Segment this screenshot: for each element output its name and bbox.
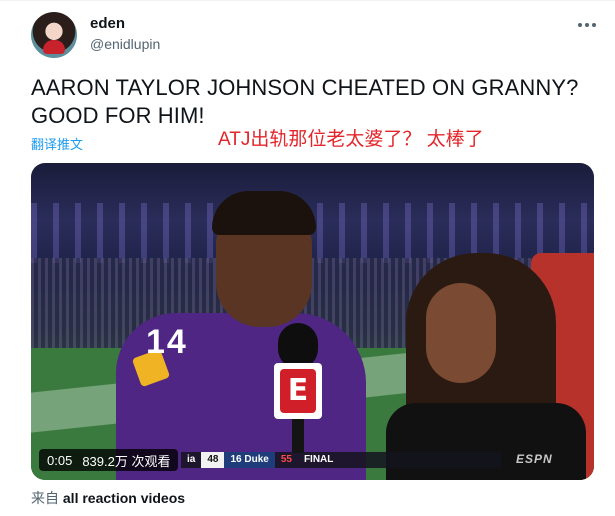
microphone-icon: E <box>274 323 322 453</box>
translate-tweet-link[interactable]: 翻译推文 <box>31 134 83 153</box>
reporter-face <box>426 283 496 383</box>
source-attribution: 来自 all reaction videos <box>31 488 185 508</box>
author-block[interactable]: eden @enidlupin <box>90 14 160 54</box>
jersey-number: 14 <box>146 323 188 361</box>
source-name-link[interactable]: all reaction videos <box>63 490 185 506</box>
espn-logo: ESPN <box>516 452 553 466</box>
mic-flag-letter: E <box>280 369 316 413</box>
mic-flag: E <box>274 363 322 419</box>
scorebug-team-a: ia <box>187 454 196 465</box>
scorebug-team-b-score: 55 <box>280 454 292 465</box>
scorebug-status: FINAL <box>303 454 334 465</box>
player-figure: 14 <box>116 183 366 480</box>
more-dot-icon <box>578 23 582 27</box>
more-dot-icon <box>592 23 596 27</box>
overlay-annotation: ATJ出轨那位老太婆了？ 太棒了 <box>218 129 484 150</box>
tweet-text: AARON TAYLOR JOHNSON CHEATED ON GRANNY? … <box>31 75 579 128</box>
video-controls: ia 48 16 Duke 55 FINAL ESPN 0:05 839.2万 … <box>31 445 594 480</box>
video-player[interactable]: 14 E ia 48 16 Duke 55 FINAL ESPN 0:05 83… <box>31 163 594 480</box>
scorebug-team-a-score: 48 <box>201 452 225 468</box>
scorebug: ia 48 16 Duke 55 FINAL <box>181 452 501 468</box>
more-options-button[interactable] <box>573 14 601 36</box>
video-view-count: 839.2万 次观看 <box>82 453 171 469</box>
top-divider <box>0 0 615 1</box>
video-time-chip: 0:05 839.2万 次观看 <box>39 449 179 471</box>
more-dot-icon <box>585 23 589 27</box>
source-prefix: 来自 <box>31 490 59 506</box>
author-name[interactable]: eden <box>90 14 160 34</box>
avatar[interactable] <box>31 12 77 58</box>
scorebug-team-b: 16 Duke <box>224 452 275 468</box>
author-handle[interactable]: @enidlupin <box>90 34 160 54</box>
player-hair <box>212 191 316 235</box>
video-elapsed: 0:05 <box>47 452 73 468</box>
